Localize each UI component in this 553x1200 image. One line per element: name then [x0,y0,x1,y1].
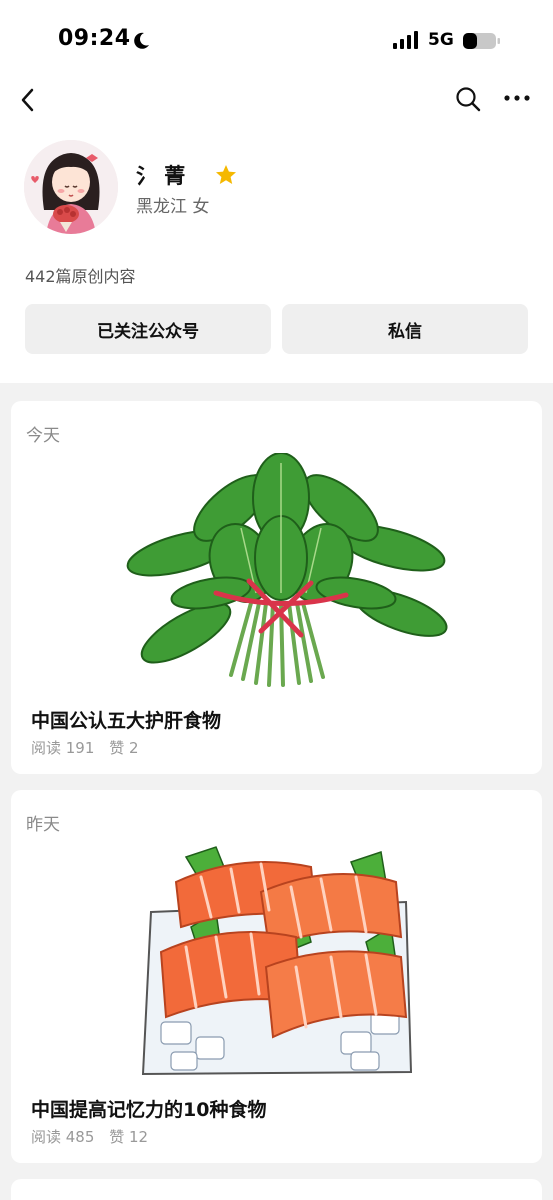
status-bar: 09:24 5G [0,0,553,80]
status-time: 09:24 [58,26,131,51]
article-card[interactable]: 昨天 [11,790,542,1163]
battery-icon [463,33,500,49]
original-count: 442篇原创内容 [25,267,136,286]
article-reads: 阅读 485 [31,1128,95,1146]
search-icon[interactable] [453,84,483,114]
profile-name: 氵 菁 [136,164,186,188]
article-title: 中国公认五大护肝食物 [31,710,222,732]
network-label: 5G [428,30,454,50]
article-meta: 阅读 191 赞 2 [31,737,149,758]
nav-bar [0,78,553,122]
article-date: 昨天 [26,815,60,835]
star-icon [216,165,236,184]
article-list-page: 09:24 5G 氵 菁 黑龙江 女 442篇原创内容 已关注公众号 私信 今天… [0,0,553,1200]
article-meta: 阅读 485 赞 12 [31,1126,158,1147]
article-reads: 阅读 191 [31,739,95,757]
salmon-illustration [11,842,542,1082]
more-icon[interactable] [502,88,532,108]
signal-icon [393,31,418,49]
article-card[interactable]: 昨天 [11,1179,542,1200]
spinach-illustration [11,453,542,693]
article-likes: 赞 12 [109,1128,149,1146]
article-card[interactable]: 今天 中国公认五大护肝食物 阅读 191 赞 2 [11,401,542,774]
article-feed: 今天 中国公认五大护肝食物 阅读 191 赞 2 昨天 中国提高记忆力的10种食… [0,383,553,1200]
avatar[interactable] [24,140,118,234]
moon-icon [134,32,149,49]
profile-header: 氵 菁 黑龙江 女 442篇原创内容 已关注公众号 私信 [0,130,553,380]
follow-button[interactable]: 已关注公众号 [25,304,271,354]
article-likes: 赞 2 [109,739,139,757]
article-title: 中国提高记忆力的10种食物 [31,1099,267,1121]
profile-description: 黑龙江 女 [136,197,210,217]
article-date: 今天 [26,426,60,446]
back-icon[interactable] [14,82,42,118]
avatar-illustration [24,140,118,234]
message-button[interactable]: 私信 [282,304,528,354]
